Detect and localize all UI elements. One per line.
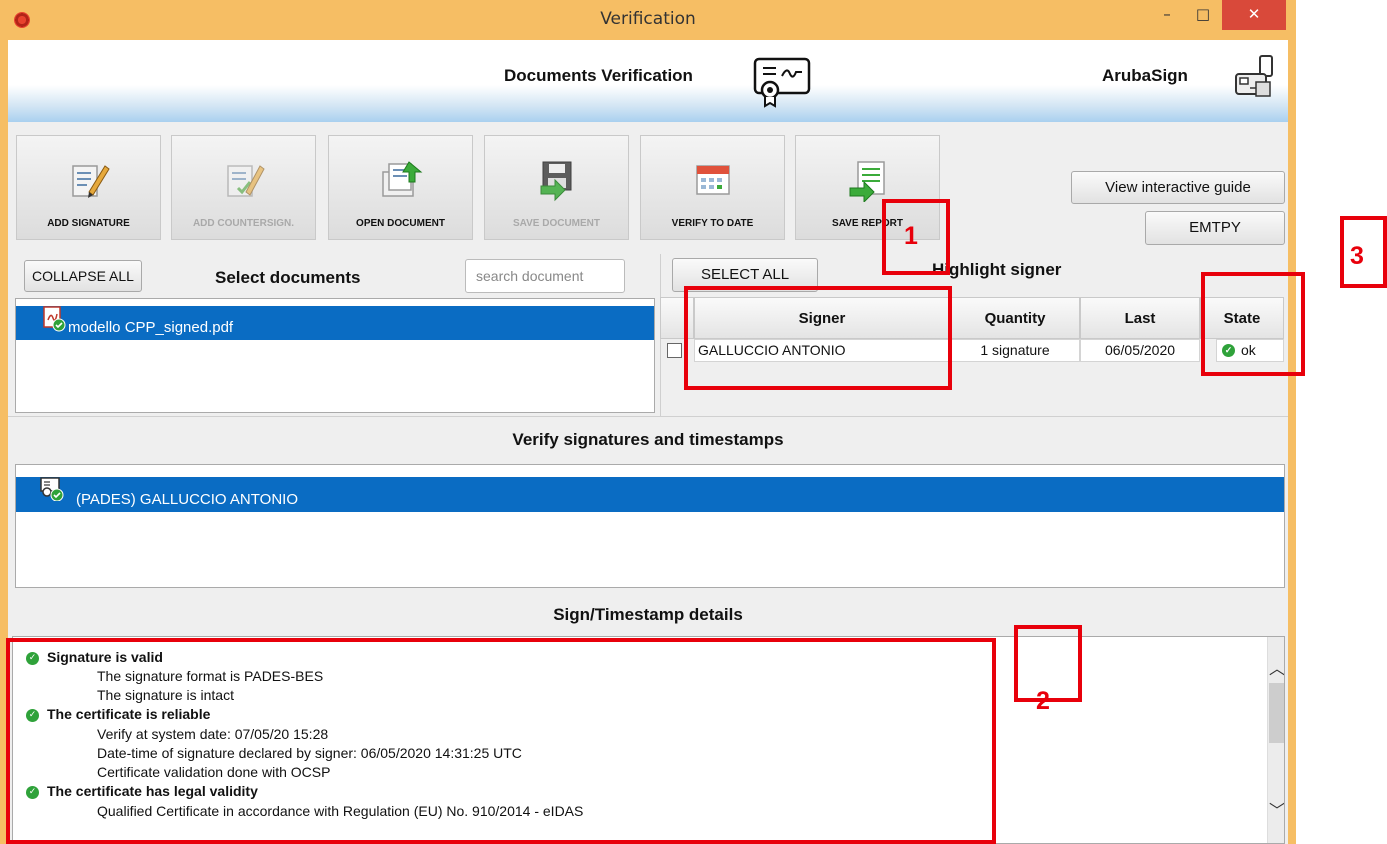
view-interactive-guide-button[interactable]: View interactive guide <box>1071 171 1285 204</box>
annotation-details-box <box>6 638 996 844</box>
report-icon <box>849 161 885 202</box>
countersign-icon <box>227 165 265 197</box>
column-header-quantity[interactable]: Quantity <box>950 297 1080 339</box>
section-divider <box>8 416 1288 417</box>
scroll-up-icon[interactable]: ︿ <box>1268 655 1284 679</box>
signer-checkbox[interactable] <box>667 343 682 358</box>
signature-list[interactable]: (PADES) GALLUCCIO ANTONIO <box>15 464 1285 588</box>
open-document-button[interactable]: OPEN DOCUMENT <box>328 135 473 240</box>
tool-label: OPEN DOCUMENT <box>356 218 445 229</box>
tool-label: VERIFY TO DATE <box>671 218 754 229</box>
card-reader-icon <box>1235 55 1273 97</box>
signature-certificate-icon <box>40 477 64 501</box>
calendar-icon <box>696 165 730 195</box>
select-documents-label: Select documents <box>215 268 361 287</box>
close-button[interactable]: ✕ <box>1222 0 1286 30</box>
tool-label: ADD SIGNATURE <box>47 218 130 229</box>
empty-button[interactable]: EMTPY <box>1145 211 1285 245</box>
add-countersign-button[interactable]: ADD COUNTERSIGN. <box>171 135 316 240</box>
highlight-signer-label: Highlight signer <box>932 260 1062 279</box>
window-title: Verification <box>600 9 696 29</box>
pdf-signed-icon <box>43 306 66 332</box>
document-list[interactable]: modello CPP_signed.pdf <box>15 298 655 413</box>
annotation-state-box <box>1201 272 1305 376</box>
signature-entry-name: (PADES) GALLUCCIO ANTONIO <box>76 491 298 508</box>
brand-name: ArubaSign <box>1102 66 1188 85</box>
collapse-all-button[interactable]: COLLAPSE ALL <box>24 260 142 292</box>
annotation-number-2: 2 <box>1036 687 1050 715</box>
certificate-icon <box>753 57 811 108</box>
title-bar: Verification – □ ✕ <box>0 0 1296 40</box>
minimize-button[interactable]: – <box>1150 0 1184 30</box>
annotation-signer-box <box>684 286 952 390</box>
annotation-number-3: 3 <box>1350 242 1364 270</box>
add-signature-button[interactable]: ADD SIGNATURE <box>16 135 161 240</box>
annotation-number-1: 1 <box>904 222 918 250</box>
save-disk-icon <box>540 161 572 202</box>
quantity-cell: 1 signature <box>950 339 1080 362</box>
list-item[interactable]: modello CPP_signed.pdf <box>16 306 654 340</box>
last-cell: 06/05/2020 <box>1080 339 1200 362</box>
scroll-down-icon[interactable]: ﹀ <box>1268 797 1284 821</box>
document-name: modello CPP_signed.pdf <box>68 319 234 336</box>
header-banner: Documents Verification ArubaSign <box>8 40 1288 122</box>
maximize-button[interactable]: □ <box>1186 0 1220 30</box>
page-title: Documents Verification <box>504 66 693 85</box>
tool-label: ADD COUNTERSIGN. <box>192 218 295 229</box>
open-document-icon <box>382 161 423 197</box>
details-scrollbar[interactable]: ︿ ﹀ <box>1267 637 1284 843</box>
search-document-input[interactable]: search document <box>465 259 625 293</box>
save-document-button[interactable]: SAVE DOCUMENT <box>484 135 629 240</box>
list-item[interactable]: (PADES) GALLUCCIO ANTONIO <box>16 477 1284 512</box>
pen-document-icon <box>72 165 110 198</box>
tool-label: SAVE DOCUMENT <box>512 218 601 229</box>
verify-to-date-button[interactable]: VERIFY TO DATE <box>640 135 785 240</box>
verify-signatures-title: Verify signatures and timestamps <box>512 430 784 449</box>
column-header-last[interactable]: Last <box>1080 297 1200 339</box>
scroll-thumb[interactable] <box>1269 683 1284 743</box>
sign-timestamp-details-title: Sign/Timestamp details <box>553 605 743 624</box>
